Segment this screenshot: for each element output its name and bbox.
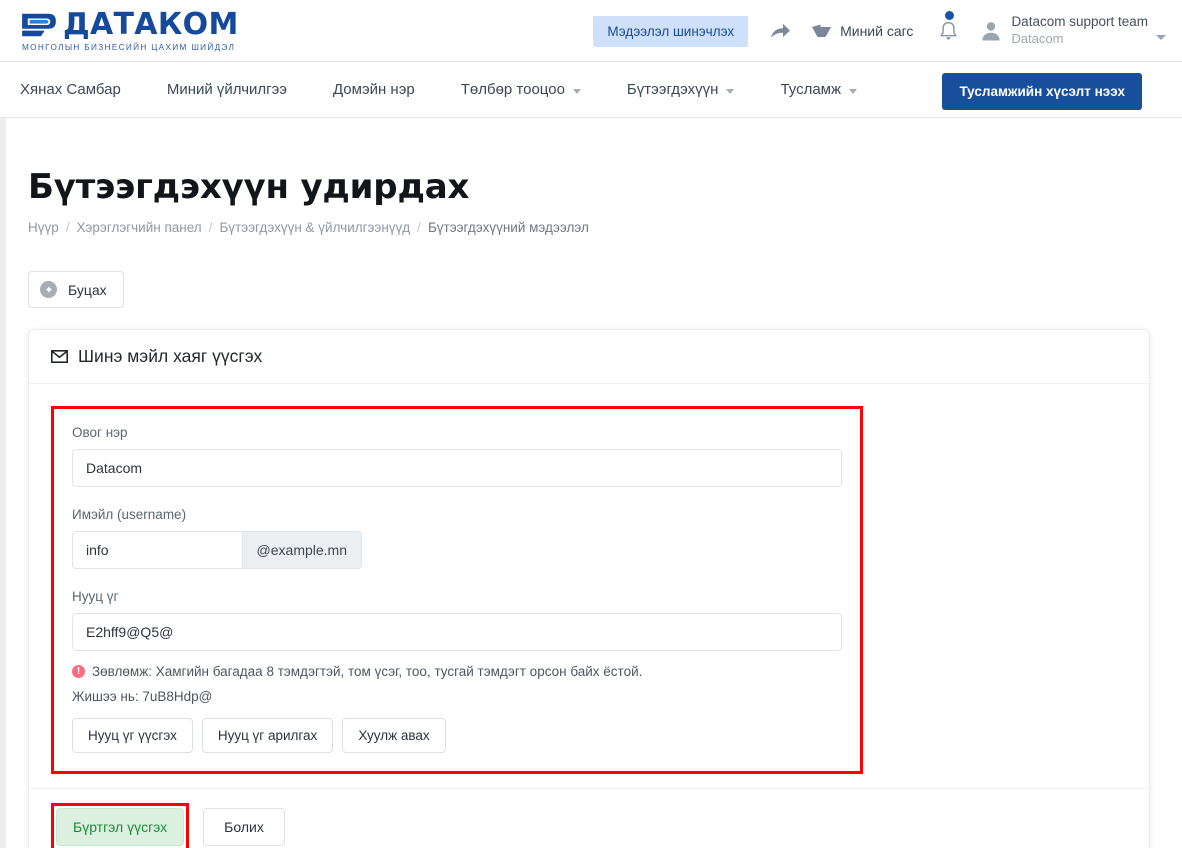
user-info: Datacom support team Datacom	[1011, 14, 1148, 47]
notification-dot	[945, 10, 955, 20]
chevron-down-icon	[849, 88, 858, 94]
nav-item-products[interactable]: Бүтээгдэхүүн	[627, 81, 735, 98]
content-container: Бүтээгдэхүүн удирдах Нүүр / Хэрэглэгчийн…	[6, 118, 1182, 848]
cart-label: Миний сагс	[840, 23, 914, 39]
nav-label: Домэйн нэр	[332, 81, 415, 98]
email-label: Имэйл (username)	[72, 507, 187, 522]
password-label: Нууц үг	[72, 589, 119, 604]
password-action-buttons: Нууц үг үүсгэх Нууц үг арилгах Хуулж ава…	[72, 718, 842, 753]
page-title: Бүтээгдэхүүн удирдах	[28, 167, 470, 207]
email-input-group: @example.mn	[72, 531, 362, 569]
breadcrumb-item-products-services[interactable]: Бүтээгдэхүүн & үйлчилгээнүүд	[219, 220, 410, 235]
back-button-label: Буцах	[68, 281, 107, 298]
main-navigation: Хянах Самбар Миний үйлчилгээ Домэйн нэр …	[0, 62, 1182, 118]
card-header: Шинэ мэйл хаяг үүсгэх	[29, 330, 1149, 384]
breadcrumb-item-home[interactable]: Нүүр	[28, 220, 59, 235]
password-hint: ! Зөвлөмж: Хамгийн багадаа 8 тэмдэгтэй, …	[72, 664, 842, 679]
breadcrumb-item-product-info: Бүтээгдэхүүний мэдээлэл	[427, 220, 589, 235]
form-highlight-box: Овог нэр Имэйл (username) @example.mn Ну…	[51, 406, 863, 774]
password-hint-text: Зөвлөмж: Хамгийн багадаа 8 тэмдэгтэй, то…	[92, 664, 643, 679]
nav-item-billing[interactable]: Төлбөр тооцоо	[461, 81, 581, 98]
chevron-down-icon	[572, 88, 581, 94]
brand-tagline: МОНГОЛЫН БИЗНЕСИЙН ЦАХИМ ШИЙДЭЛ	[22, 42, 236, 52]
nav-item-support[interactable]: Тусламж	[780, 81, 858, 98]
breadcrumb-separator: /	[417, 220, 421, 235]
bell-icon	[940, 21, 958, 40]
breadcrumb: Нүүр / Хэрэглэгчийн панел / Бүтээгдэхүүн…	[28, 220, 1160, 235]
email-username-input[interactable]	[72, 531, 242, 569]
app-page: ДАТАКОМ МОНГОЛЫН БИЗНЕСИЙН ЦАХИМ ШИЙДЭЛ …	[0, 0, 1182, 848]
generate-password-button[interactable]: Нууц үг үүсгэх	[72, 718, 193, 753]
notifications-button[interactable]	[939, 10, 958, 42]
password-input[interactable]	[72, 613, 842, 651]
chevron-down-icon	[726, 88, 735, 94]
breadcrumb-separator: /	[208, 220, 213, 235]
logo-row: ДАТАКОМ	[20, 6, 239, 42]
email-domain-addon: @example.mn	[241, 531, 362, 569]
card-footer: Бүртгэл үүсгэх Болих	[29, 788, 1149, 848]
breadcrumb-item-client-panel[interactable]: Хэрэглэгчийн панел	[77, 220, 202, 235]
new-mail-account-card: Шинэ мэйл хаяг үүсгэх Овог нэр Имэйл (us…	[28, 329, 1150, 848]
fullname-label: Овог нэр	[72, 425, 128, 440]
header-actions: Мэдээлэл шинэчлэх Миний сагс Datacom sup…	[593, 0, 1166, 62]
datacom-logo-icon	[22, 13, 56, 36]
password-example-text: Жишээ нь: 7uB8Hdp@	[72, 689, 213, 704]
card-title: Шинэ мэйл хаяг үүсгэх	[78, 346, 263, 366]
nav-label: Бүтээгдэхүүн	[626, 81, 719, 98]
refresh-data-button[interactable]: Мэдээлэл шинэчлэх	[593, 15, 749, 47]
nav-label: Хянах Самбар	[20, 81, 121, 98]
user-name: Datacom support team	[1011, 14, 1148, 30]
page-body: Бүтээгдэхүүн удирдах Нүүр / Хэрэглэгчийн…	[0, 118, 1182, 848]
nav-item-domains[interactable]: Домэйн нэр	[333, 81, 415, 98]
nav-label: Тусламж	[780, 81, 842, 98]
card-body: Овог нэр Имэйл (username) @example.mn Ну…	[29, 384, 1149, 788]
brand-logo[interactable]: ДАТАКОМ МОНГОЛЫН БИЗНЕСИЙН ЦАХИМ ШИЙДЭЛ	[20, 6, 239, 52]
fullname-input[interactable]	[72, 449, 842, 487]
cancel-button[interactable]: Болих	[203, 808, 285, 846]
my-cart-button[interactable]: Миний сагс	[811, 22, 913, 40]
nav-label: Миний үйлчилгээ	[166, 81, 287, 98]
top-header-bar: ДАТАКОМ МОНГОЛЫН БИЗНЕСИЙН ЦАХИМ ШИЙДЭЛ …	[0, 0, 1182, 62]
open-support-ticket-button[interactable]: Тусламжийн хүсэлт нээх	[942, 73, 1142, 110]
nav-item-my-services[interactable]: Миний үйлчилгээ	[167, 81, 287, 98]
clear-password-button[interactable]: Нууц үг арилгах	[201, 718, 334, 753]
copy-password-button[interactable]: Хуулж авах	[342, 718, 446, 753]
user-organization: Datacom	[1011, 31, 1064, 47]
nav-item-dashboard[interactable]: Хянах Самбар	[20, 81, 121, 98]
chevron-down-icon	[1156, 34, 1166, 40]
back-arrow-circle-icon	[40, 281, 57, 298]
nav-label: Төлбөр тооцоо	[460, 81, 565, 98]
breadcrumb-separator: /	[65, 220, 70, 235]
user-account-menu[interactable]: Datacom support team Datacom	[980, 14, 1166, 47]
back-button[interactable]: Буцах	[28, 271, 124, 308]
envelope-icon	[51, 350, 68, 363]
submit-highlight-box: Бүртгэл үүсгэх	[51, 803, 190, 848]
brand-name: ДАТАКОМ	[63, 6, 239, 42]
shopping-basket-icon	[812, 24, 832, 37]
person-icon	[982, 22, 1001, 41]
warning-icon: !	[72, 665, 85, 678]
create-account-button[interactable]: Бүртгэл үүсгэх	[56, 808, 185, 846]
share-arrow-icon[interactable]	[770, 22, 791, 40]
